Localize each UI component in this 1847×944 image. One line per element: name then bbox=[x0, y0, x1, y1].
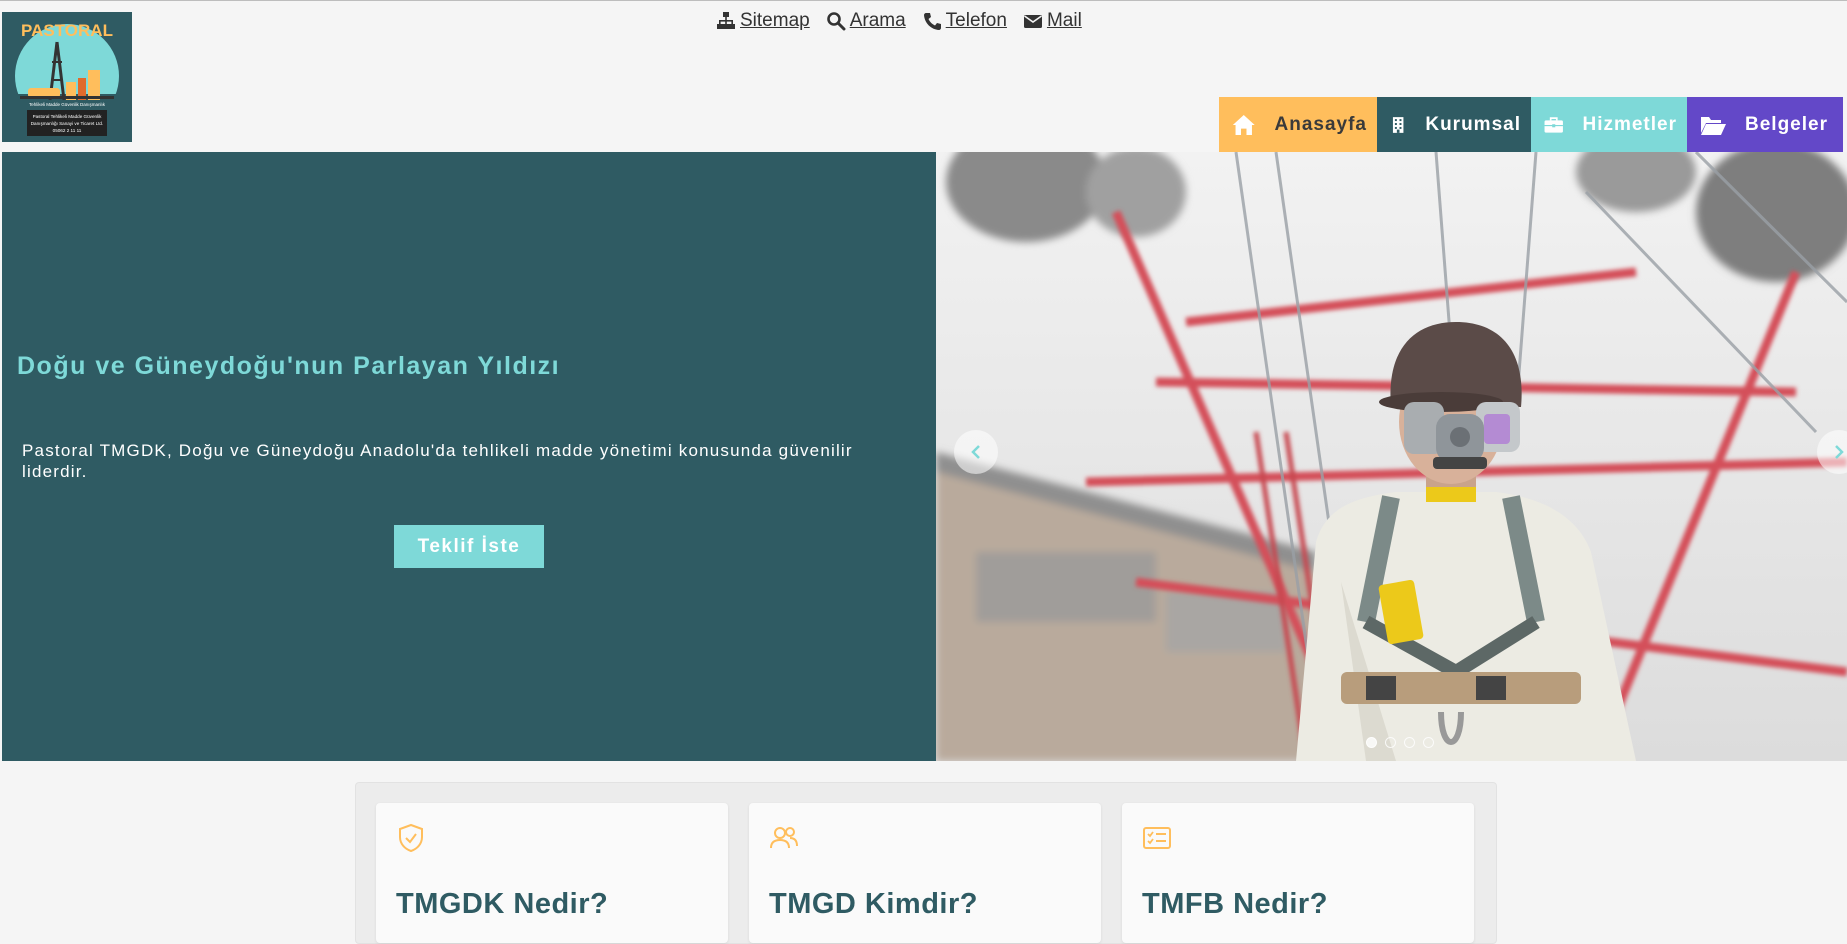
nav-item-home-label: Anasayfa bbox=[1274, 113, 1367, 135]
request-quote-button[interactable]: Teklif İste bbox=[394, 525, 544, 568]
mail-link[interactable]: Mail bbox=[1023, 10, 1082, 32]
nav-item-services[interactable]: Hizmetler bbox=[1531, 97, 1687, 152]
carousel-dot-2[interactable] bbox=[1385, 737, 1396, 748]
card-tmgdk[interactable]: TMGDK Nedir? bbox=[376, 803, 728, 943]
mail-link-label: Mail bbox=[1046, 10, 1082, 31]
top-links: Sitemap Arama Telefon Mail bbox=[716, 10, 1082, 32]
card-tmgdk-title: TMGDK Nedir? bbox=[396, 888, 609, 920]
hero-text: Pastoral TMGDK, Doğu ve Güneydoğu Anadol… bbox=[22, 441, 853, 481]
search-link[interactable]: Arama bbox=[826, 10, 906, 32]
card-tmgd[interactable]: TMGD Kimdir? bbox=[749, 803, 1101, 943]
main-nav: Anasayfa Kurumsal Hizmetler Belgeler bbox=[1219, 97, 1843, 152]
shield-check-icon bbox=[399, 823, 423, 853]
folder-open-icon bbox=[1701, 116, 1726, 135]
hero-photo-worker-with-respirator bbox=[936, 152, 1847, 761]
nav-item-corporate[interactable]: Kurumsal bbox=[1377, 97, 1531, 152]
nav-item-documents[interactable]: Belgeler bbox=[1687, 97, 1843, 152]
nav-item-home[interactable]: Anasayfa bbox=[1219, 97, 1377, 152]
sitemap-icon bbox=[717, 12, 735, 29]
logo-caption-line1: Pastoral Tehlikeli Madde Güvenlik bbox=[33, 114, 103, 119]
phone-link-label: Telefon bbox=[945, 10, 1007, 31]
logo-phone: 05062 2 11 11 bbox=[53, 128, 82, 133]
carousel-dot-1[interactable] bbox=[1366, 737, 1377, 748]
sitemap-link[interactable]: Sitemap bbox=[716, 10, 810, 32]
logo-title: PASTORAL bbox=[21, 21, 113, 40]
logo-caption-line2: Danışmanlığı Sanayi ve Ticaret Ltd. bbox=[31, 121, 104, 126]
info-cards-section: TMGDK Nedir? TMGD Kimdir? TMFB Nedir? bbox=[355, 782, 1497, 944]
carousel-prev-button[interactable] bbox=[954, 430, 998, 474]
mail-icon bbox=[1023, 15, 1042, 28]
carousel-dot-3[interactable] bbox=[1404, 737, 1415, 748]
hero-panel: Doğu ve Güneydoğu'nun Parlayan Yıldızı P… bbox=[2, 152, 936, 761]
carousel-indicators bbox=[1366, 737, 1434, 748]
top-rule bbox=[0, 0, 1847, 1]
card-tmgd-title: TMGD Kimdir? bbox=[769, 888, 978, 920]
hero-carousel bbox=[936, 152, 1847, 761]
logo-tagline: Tehlikeli Madde Güvenlik Danışmanlık bbox=[29, 102, 106, 107]
card-tmfb[interactable]: TMFB Nedir? bbox=[1122, 803, 1474, 943]
sitemap-link-label: Sitemap bbox=[740, 10, 810, 31]
phone-icon bbox=[923, 13, 941, 30]
nav-item-services-label: Hizmetler bbox=[1582, 113, 1677, 135]
list-card-icon bbox=[1143, 827, 1171, 849]
building-icon bbox=[1392, 116, 1404, 133]
nav-item-documents-label: Belgeler bbox=[1745, 113, 1828, 135]
briefcase-icon bbox=[1544, 116, 1563, 133]
nav-item-corporate-label: Kurumsal bbox=[1425, 113, 1521, 135]
search-icon bbox=[826, 12, 846, 31]
chevron-right-icon bbox=[1835, 445, 1844, 459]
search-link-label: Arama bbox=[849, 10, 906, 31]
home-icon bbox=[1232, 114, 1255, 135]
site-logo[interactable]: PASTORAL Tehlikeli Madde Güvenlik Danışm… bbox=[2, 12, 132, 142]
chevron-left-icon bbox=[971, 445, 980, 459]
carousel-dot-4[interactable] bbox=[1423, 737, 1434, 748]
card-tmfb-title: TMFB Nedir? bbox=[1142, 888, 1328, 920]
phone-link[interactable]: Telefon bbox=[922, 10, 1007, 32]
users-icon bbox=[770, 827, 798, 849]
hero-title: Doğu ve Güneydoğu'nun Parlayan Yıldızı bbox=[17, 352, 561, 380]
